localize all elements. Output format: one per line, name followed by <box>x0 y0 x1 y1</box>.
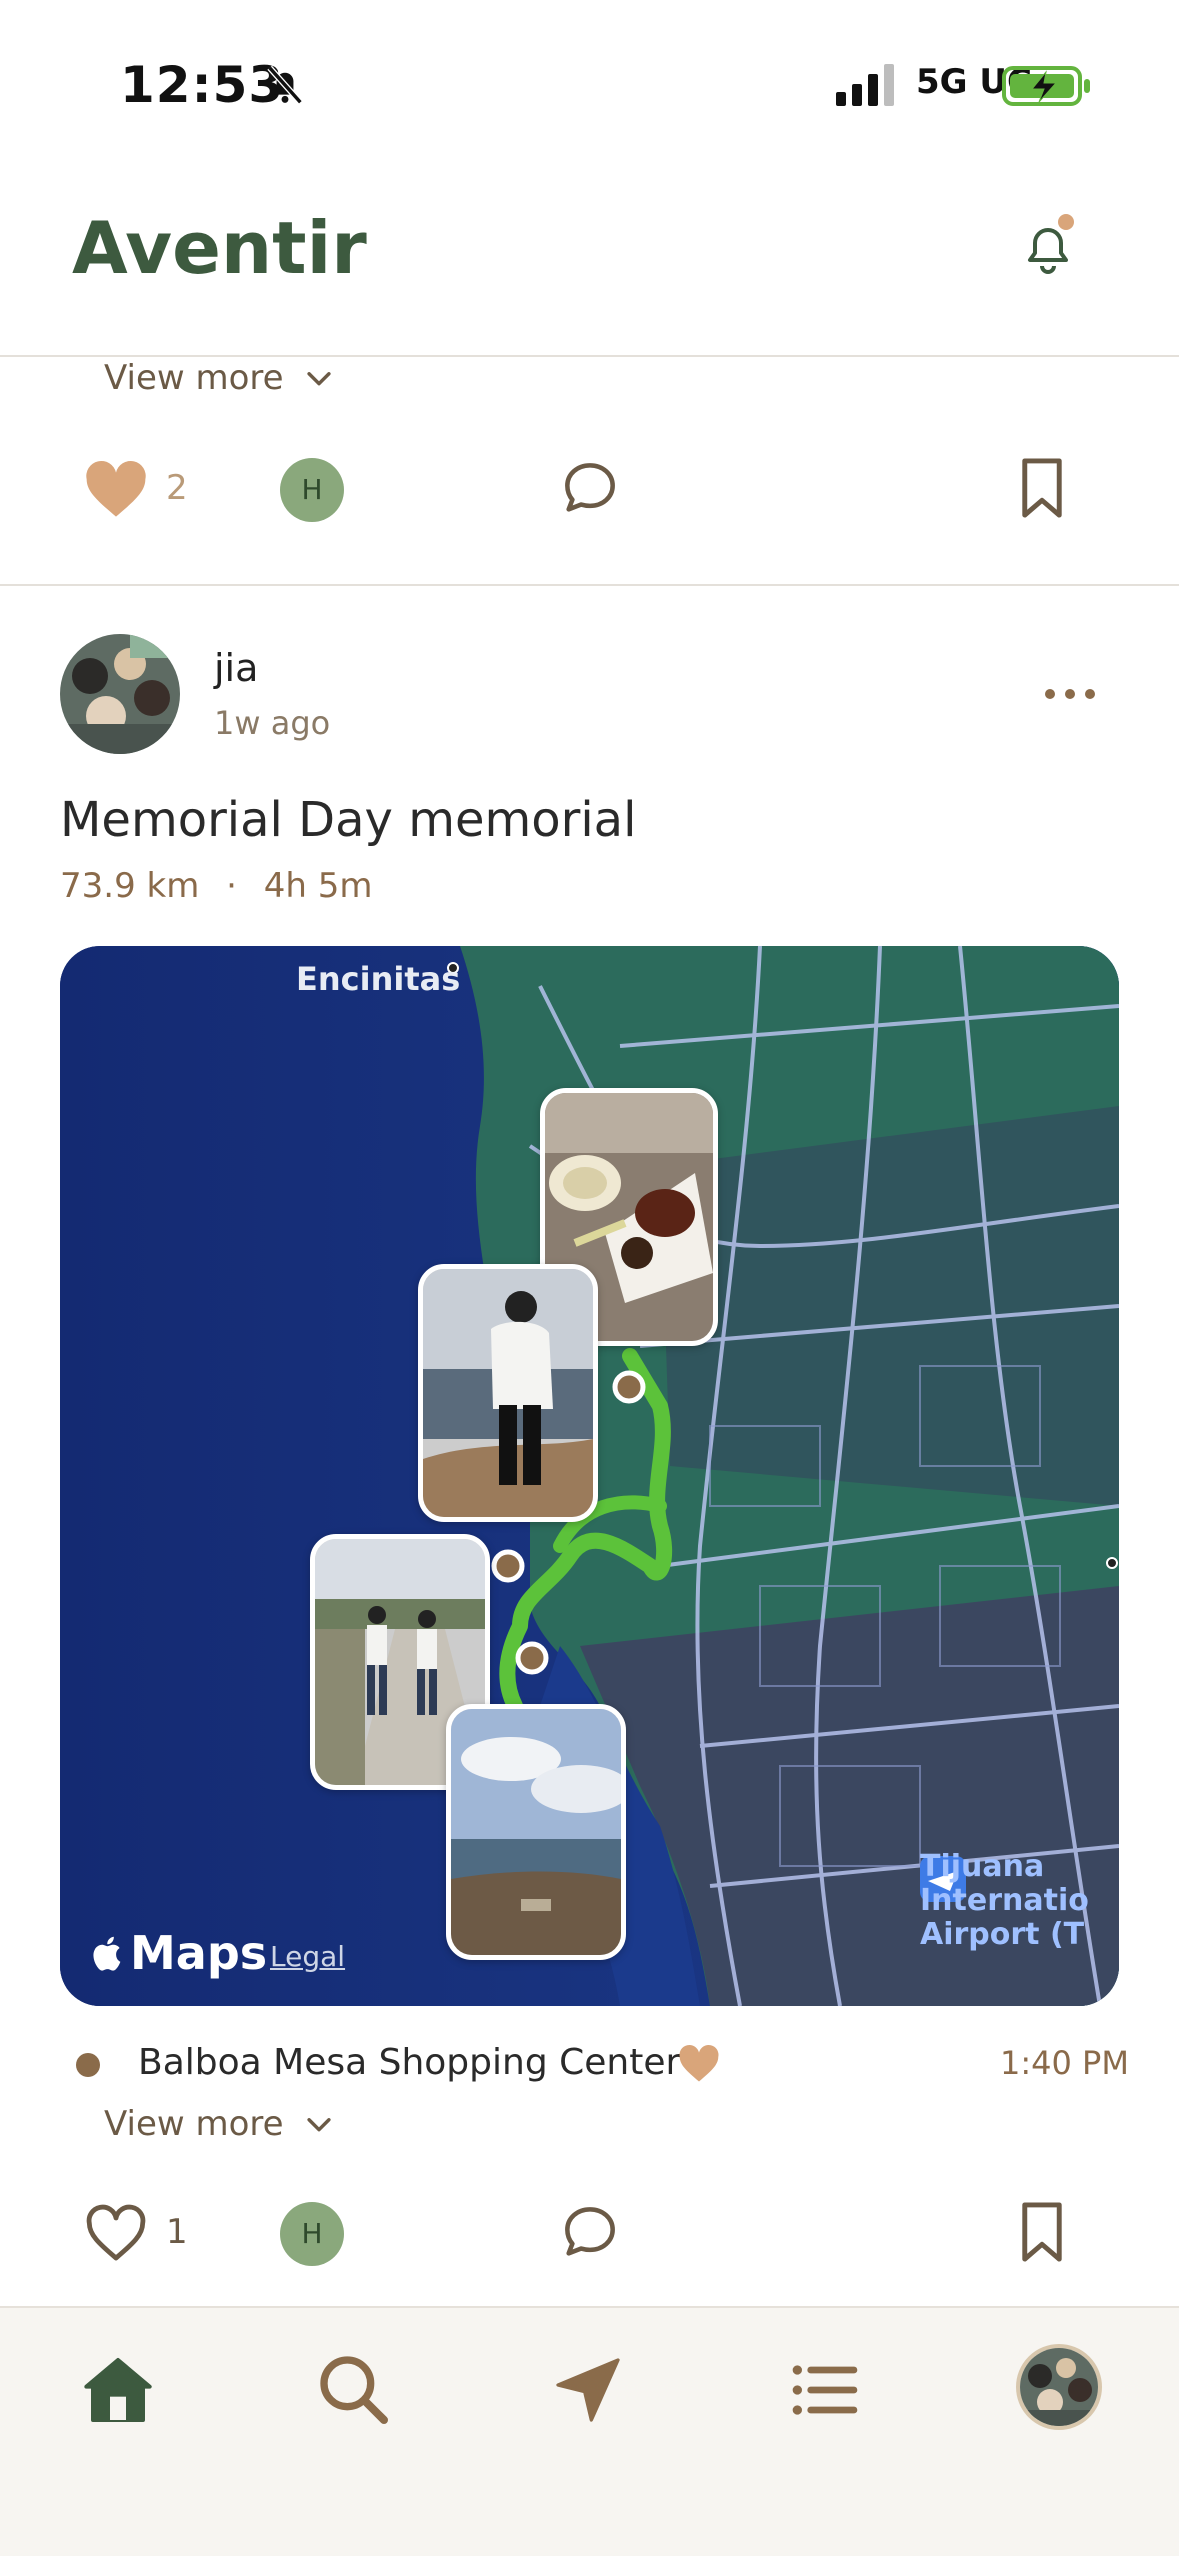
post-duration: 4h 5m <box>263 866 373 906</box>
airport-label-line: Internatio <box>920 1883 1089 1918</box>
home-icon[interactable] <box>78 2350 158 2430</box>
heart-filled-icon <box>679 2044 719 2082</box>
notifications-bell-icon[interactable] <box>1010 210 1086 286</box>
chevron-down-icon <box>306 2118 331 2132</box>
cellular-signal-icon <box>836 64 894 106</box>
chevron-down-icon <box>306 372 331 386</box>
bell-muted-icon <box>267 65 303 105</box>
airport-label-line: Tijuana <box>920 1849 1045 1884</box>
status-bar: 12:53 5G UC <box>0 0 1179 170</box>
bottom-navigation <box>0 2306 1179 2556</box>
route-photo-ocean-person[interactable] <box>418 1264 598 1522</box>
post-actions-bar: 1 H <box>0 2186 1179 2286</box>
post-title: Memorial Day memorial <box>60 792 637 848</box>
profile-avatar[interactable] <box>1016 2344 1102 2430</box>
airport-label-line: Airport (T <box>920 1917 1085 1952</box>
post-author-avatar[interactable] <box>60 634 180 754</box>
apple-logo-icon <box>93 1936 121 1971</box>
post-author-name[interactable]: jia <box>214 646 258 690</box>
stop-name[interactable]: Balboa Mesa Shopping Center <box>138 2042 680 2083</box>
stop-marker <box>76 2053 100 2077</box>
navigate-icon[interactable] <box>548 2350 628 2430</box>
like-count: 2 <box>166 468 188 508</box>
view-more-label: View more <box>104 358 284 398</box>
maps-provider-label: Maps <box>130 1926 268 1980</box>
app-brand-title: Aventir <box>72 206 367 290</box>
list-icon[interactable] <box>784 2350 864 2430</box>
liker-avatar[interactable]: H <box>280 458 344 522</box>
search-icon[interactable] <box>314 2350 394 2430</box>
stop-time: 1:40 PM <box>1000 2044 1129 2082</box>
heart-filled-icon[interactable] <box>84 460 148 520</box>
heart-outline-icon[interactable] <box>84 2204 148 2264</box>
route-map[interactable]: Encinitas Maps Legal Tijuana Internatio … <box>60 946 1119 2006</box>
post-stats: 73.9 km · 4h 5m <box>60 866 373 906</box>
app-header: Aventir <box>0 170 1179 357</box>
stats-separator: · <box>226 866 237 906</box>
like-count: 1 <box>166 2212 188 2252</box>
post-time-ago: 1w ago <box>214 704 331 742</box>
bookmark-icon[interactable] <box>1016 2200 1068 2264</box>
airport-label: Tijuana Internatio Airport (T <box>920 1850 1089 1952</box>
post-divider <box>0 584 1179 586</box>
liker-avatar[interactable]: H <box>280 2202 344 2266</box>
map-town-label: Encinitas <box>296 960 461 998</box>
bookmark-icon[interactable] <box>1016 456 1068 520</box>
apple-maps-logo: Maps <box>92 1926 267 1980</box>
view-more-toggle[interactable]: View more <box>104 2104 336 2144</box>
maps-legal-link[interactable]: Legal <box>270 1940 345 1973</box>
view-more-toggle[interactable]: View more <box>104 358 336 398</box>
status-time: 12:53 <box>120 56 285 114</box>
route-photo-coast[interactable] <box>446 1704 626 1960</box>
battery-charging-icon <box>1002 66 1090 106</box>
post-actions-bar: 2 H <box>0 442 1179 542</box>
post-distance: 73.9 km <box>60 866 200 906</box>
comment-icon[interactable] <box>558 2200 622 2264</box>
comment-icon[interactable] <box>558 456 622 520</box>
view-more-label: View more <box>104 2104 284 2144</box>
more-options-icon[interactable] <box>1040 676 1100 712</box>
